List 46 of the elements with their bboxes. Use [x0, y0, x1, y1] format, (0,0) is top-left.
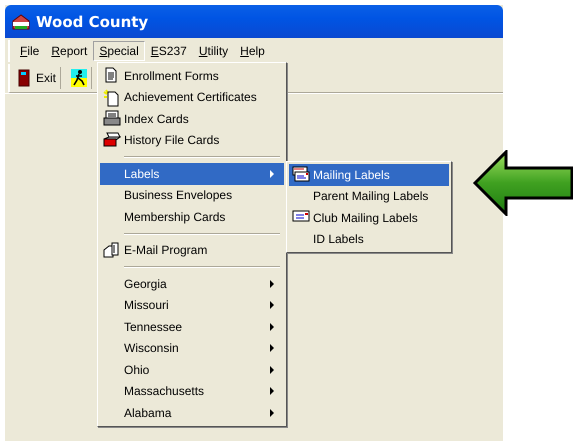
- door-icon: [18, 69, 30, 87]
- menu-item[interactable]: E-Mail Program: [100, 240, 284, 261]
- submenu-arrow-icon: [270, 301, 274, 310]
- menu-item[interactable]: Enrollment Forms: [100, 65, 284, 86]
- submenu-arrow-icon: [270, 280, 274, 288]
- menu-item[interactable]: ID Labels: [289, 228, 449, 250]
- left-arrow-icon: [473, 150, 573, 216]
- menu-item[interactable]: Mailing Labels: [289, 164, 449, 186]
- submenu-arrow-icon: [270, 322, 274, 331]
- house-icon: [11, 14, 31, 30]
- menu-item[interactable]: Massachusetts: [100, 380, 284, 402]
- menu-item[interactable]: Report: [45, 41, 94, 61]
- menu-item[interactable]: History File Cards: [100, 130, 284, 151]
- labels-icon: [292, 166, 310, 182]
- menu-item[interactable]: Membership Cards: [100, 206, 284, 228]
- document-icon: [103, 67, 119, 83]
- menu-item[interactable]: Missouri: [100, 294, 284, 316]
- submenu-arrow-icon: [270, 387, 274, 396]
- submenu-arrow-icon: [270, 170, 274, 178]
- mail-icon: [103, 242, 121, 258]
- menu-item[interactable]: ES237: [144, 41, 193, 61]
- menu-item[interactable]: Index Cards: [100, 108, 284, 130]
- window-title: Wood County: [36, 12, 148, 30]
- running-person-icon: [71, 69, 88, 87]
- menu-item[interactable]: File: [14, 41, 46, 61]
- exit-button[interactable]: Exit: [14, 67, 62, 89]
- submenu-arrow-icon: [270, 366, 274, 374]
- menu-item[interactable]: Tennessee: [100, 316, 284, 338]
- label-icon: [292, 209, 310, 223]
- menu-item[interactable]: Help: [234, 41, 271, 61]
- menu-item[interactable]: Georgia: [100, 273, 284, 294]
- submenu-arrow-icon: [270, 408, 274, 417]
- menu-item[interactable]: Business Envelopes: [100, 184, 284, 206]
- menu-item[interactable]: Club Mailing Labels: [289, 207, 449, 228]
- menu-item[interactable]: Labels: [100, 163, 284, 184]
- menu-item[interactable]: Achievement Certificates: [100, 86, 284, 108]
- menu-item[interactable]: Parent Mailing Labels: [289, 186, 449, 207]
- certificate-icon: [103, 88, 121, 106]
- menu-item[interactable]: Alabama: [100, 402, 284, 424]
- card-box-icon: [103, 132, 121, 148]
- menu-item[interactable]: Ohio: [100, 359, 284, 380]
- submenu-arrow-icon: [270, 344, 274, 352]
- menu-item[interactable]: Utility: [192, 41, 234, 61]
- card-file-icon: [103, 110, 121, 126]
- menu-item[interactable]: Wisconsin: [100, 338, 284, 359]
- menu-item[interactable]: Special: [93, 41, 145, 61]
